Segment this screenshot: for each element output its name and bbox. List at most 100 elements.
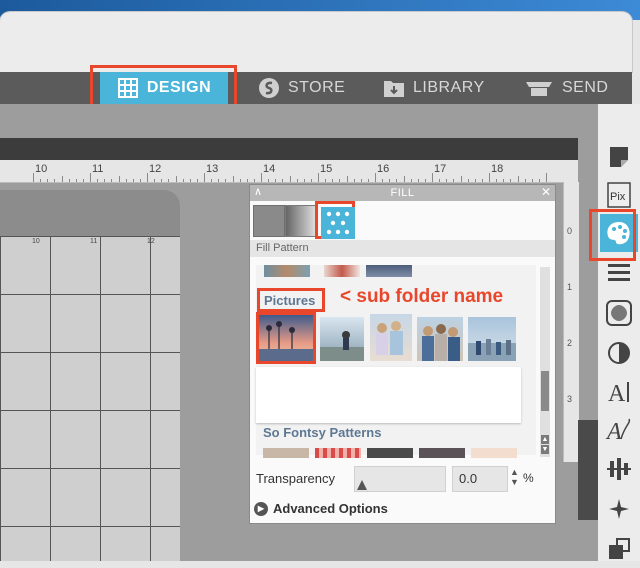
pattern-thumbnail-selected[interactable] xyxy=(256,312,316,364)
transparency-label: Transparency xyxy=(256,471,335,486)
ruler-tick xyxy=(246,179,248,182)
ruler-tick xyxy=(289,176,291,182)
page-setup-icon[interactable] xyxy=(600,138,638,176)
ruler-tick xyxy=(546,173,547,182)
play-triangle-icon: ▶ xyxy=(254,501,268,516)
scroll-up-icon[interactable]: ▲ xyxy=(541,435,549,444)
pattern-thumbnail[interactable] xyxy=(417,317,463,361)
ruler-tick xyxy=(375,173,376,182)
text-style-icon[interactable]: A xyxy=(600,410,638,448)
scroll-down-icon[interactable]: ▼ xyxy=(541,445,549,454)
ruler-tick xyxy=(154,179,156,182)
scroll-region xyxy=(578,420,598,520)
fill-gradient-button[interactable] xyxy=(285,205,317,237)
ruler-tick xyxy=(367,179,369,182)
ruler-tick xyxy=(296,179,298,182)
annotation-text: < sub folder name xyxy=(340,286,504,307)
ruler-tick xyxy=(474,179,476,182)
ruler-tick xyxy=(218,179,220,182)
fill-solid-button[interactable] xyxy=(253,205,285,237)
ruler-number: 11 xyxy=(92,163,104,175)
ruler-number: 1 xyxy=(567,282,573,292)
tab-library[interactable]: LIBRARY xyxy=(383,72,485,104)
mat-grid-number: 11 xyxy=(90,238,98,245)
scrollbar-thumb[interactable] xyxy=(541,371,549,411)
ruler-tick xyxy=(432,173,433,182)
ruler-tick xyxy=(510,179,512,182)
ruler-tick xyxy=(204,173,205,182)
right-toolbar: Pix A A xyxy=(598,104,640,561)
pattern-thumbnail[interactable] xyxy=(366,265,412,277)
tab-store[interactable]: STORE xyxy=(258,72,345,104)
toolbar-strip xyxy=(0,138,578,160)
pattern-thumbnail[interactable] xyxy=(264,265,310,277)
pattern-thumbnail[interactable] xyxy=(370,314,412,361)
library-download-icon xyxy=(383,77,405,99)
ruler-tick xyxy=(360,179,362,182)
collapse-caret-icon[interactable]: ∧ xyxy=(254,185,262,198)
mat-grid-number: 12 xyxy=(147,238,155,245)
ruler-tick xyxy=(481,179,483,182)
pattern-thumbnail[interactable] xyxy=(320,317,364,361)
pattern-scrollbar[interactable]: ▲ ▼ xyxy=(540,267,550,457)
pattern-thumbnail[interactable] xyxy=(324,265,360,277)
ruler-tick xyxy=(353,179,355,182)
pattern-thumbnail[interactable] xyxy=(263,448,309,458)
pattern-thumbnail[interactable] xyxy=(419,448,465,458)
offset-icon[interactable] xyxy=(600,294,638,332)
pattern-thumbnail[interactable] xyxy=(367,448,413,458)
ruler-tick xyxy=(68,179,70,182)
transparency-stepper-icon[interactable]: ▲ ▼ xyxy=(510,467,519,487)
svg-text:A: A xyxy=(608,381,626,404)
ruler-tick xyxy=(496,179,498,182)
ruler-tick xyxy=(104,179,106,182)
ruler-tick xyxy=(424,179,426,182)
ruler-tick xyxy=(239,179,241,182)
ruler-tick xyxy=(310,179,312,182)
slider-knob[interactable] xyxy=(357,480,367,490)
ruler-tick xyxy=(211,179,213,182)
ruler-tick xyxy=(189,179,191,182)
ruler-tick xyxy=(40,179,42,182)
pattern-thumbnail[interactable] xyxy=(468,317,516,361)
advanced-options-toggle[interactable]: ▶ Advanced Options xyxy=(254,501,388,516)
ruler-tick xyxy=(446,179,448,182)
fill-pattern-button[interactable] xyxy=(315,201,355,239)
ruler-tick xyxy=(467,179,469,182)
transform-icon[interactable] xyxy=(600,530,638,568)
ruler-number: 10 xyxy=(35,163,48,175)
ruler-tick xyxy=(417,179,419,182)
fill-icon-highlight-box xyxy=(589,209,636,261)
fill-panel-title: FILL xyxy=(250,185,555,201)
ruler-tick xyxy=(90,173,91,182)
transparency-input[interactable]: 0.0 xyxy=(452,466,508,492)
pattern-thumbnail[interactable] xyxy=(471,448,517,458)
ruler-number: 14 xyxy=(263,163,276,175)
tab-send[interactable]: SEND xyxy=(524,72,608,104)
pattern-thumbnail[interactable] xyxy=(315,448,361,458)
so-fontsy-folder-label[interactable]: So Fontsy Patterns xyxy=(263,425,381,440)
ruler-tick xyxy=(47,179,49,182)
ruler-tick xyxy=(275,179,277,182)
ruler-tick xyxy=(111,179,113,182)
pictures-folder-label[interactable]: Pictures xyxy=(257,288,325,312)
ruler-tick xyxy=(439,179,441,182)
transparency-slider[interactable] xyxy=(354,466,446,492)
align-icon[interactable] xyxy=(600,450,638,488)
trace-icon[interactable] xyxy=(600,334,638,372)
mat-grid-number: 10 xyxy=(32,238,40,245)
horizontal-ruler: 10 11 12 13 14 15 16 17 18 xyxy=(0,160,578,183)
ruler-tick xyxy=(531,179,533,182)
ruler-tick xyxy=(82,179,84,182)
tab-store-label: STORE xyxy=(288,79,346,96)
window-titlebar xyxy=(0,12,632,72)
ruler-tick xyxy=(139,179,141,182)
ruler-tick xyxy=(403,176,405,182)
tab-send-label: SEND xyxy=(562,79,609,96)
close-icon[interactable]: ✕ xyxy=(541,185,551,199)
ruler-tick xyxy=(382,179,384,182)
replicate-icon[interactable] xyxy=(600,490,638,528)
text-icon[interactable]: A xyxy=(600,372,638,410)
menu-extra-icon: ••• xyxy=(609,0,626,5)
svg-text:A: A xyxy=(605,419,622,443)
